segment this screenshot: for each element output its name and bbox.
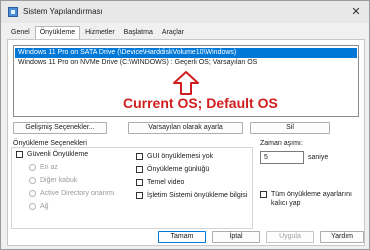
checkbox-box — [136, 153, 143, 160]
close-icon[interactable]: ✕ — [349, 5, 363, 19]
tab-boot[interactable]: Önyükleme — [34, 26, 81, 39]
base-video-checkbox[interactable]: Temel video — [136, 179, 184, 186]
os-entry-nvme[interactable]: Windows 11 Pro on NVMe Drive (C:\WINDOWS… — [15, 58, 357, 68]
ad-repair-label: Active Directory onarımı — [40, 190, 115, 197]
os-boot-info-label: İşletim Sistemi önyükleme bilgisi — [147, 192, 248, 199]
radio-dot — [29, 177, 36, 184]
advanced-options-button[interactable]: Gelişmiş Seçenekler... — [13, 122, 107, 134]
checkbox-box — [16, 151, 23, 158]
checkbox-box — [136, 179, 143, 186]
make-permanent-label: Tüm önyükleme ayarlarını kalıcı yap — [271, 191, 352, 207]
title-bar[interactable]: Sistem Yapılandırması ✕ — [1, 1, 369, 23]
safe-boot-alternate-shell-radio[interactable]: Diğer kabuk — [29, 177, 77, 184]
make-permanent-checkbox[interactable]: Tüm önyükleme ayarlarını kalıcı yap — [260, 190, 359, 208]
tab-startup[interactable]: Başlatma — [120, 27, 157, 39]
safe-boot-network-radio[interactable]: Ağ — [29, 203, 49, 210]
no-gui-boot-label: GUI önyüklemesi yok — [147, 153, 214, 160]
annotation-label: Current OS; Default OS — [123, 95, 278, 111]
window-title: Sistem Yapılandırması — [23, 7, 103, 16]
tab-strip: Genel Önyükleme Hizmetler Başlatma Araçl… — [7, 26, 189, 39]
safe-boot-label: Güvenli Önyükleme — [27, 151, 89, 158]
os-boot-info-checkbox[interactable]: İşletim Sistemi önyükleme bilgisi — [136, 192, 247, 199]
apply-button[interactable]: Uygula — [266, 231, 314, 243]
help-button[interactable]: Yardım — [320, 231, 364, 243]
tab-services[interactable]: Hizmetler — [81, 27, 119, 39]
timeout-input[interactable]: 5 — [260, 151, 304, 164]
network-label: Ağ — [40, 203, 49, 210]
os-entry-sata[interactable]: Windows 11 Pro on SATA Drive (\Device\Ha… — [15, 48, 357, 58]
safe-boot-checkbox[interactable]: Güvenli Önyükleme — [16, 151, 88, 158]
safe-boot-ad-repair-radio[interactable]: Active Directory onarımı — [29, 190, 115, 197]
delete-button[interactable]: Sil — [250, 122, 330, 134]
alternate-shell-label: Diğer kabuk — [40, 177, 78, 184]
safe-boot-minimal-radio[interactable]: En az — [29, 164, 58, 171]
system-configuration-window: Sistem Yapılandırması ✕ Genel Önyükleme … — [0, 0, 370, 250]
tab-general[interactable]: Genel — [7, 27, 34, 39]
checkbox-box — [136, 166, 143, 173]
boot-options-label: Önyükleme Seçenekleri — [13, 140, 87, 147]
timeout-label: Zaman aşımı: — [260, 140, 303, 147]
msconfig-app-icon — [8, 7, 18, 17]
cancel-button[interactable]: İptal — [212, 231, 260, 243]
radio-dot — [29, 203, 36, 210]
checkbox-box — [260, 191, 267, 198]
radio-dot — [29, 190, 36, 197]
tab-tools[interactable]: Araçlar — [158, 27, 188, 39]
timeout-unit-label: saniye — [308, 154, 329, 161]
set-as-default-button[interactable]: Varsayılan olarak ayarla — [128, 122, 243, 134]
ok-button[interactable]: Tamam — [158, 231, 206, 243]
base-video-label: Temel video — [147, 179, 185, 186]
radio-dot — [29, 164, 36, 171]
minimal-label: En az — [40, 164, 58, 171]
boot-options-group — [11, 147, 253, 229]
boot-log-checkbox[interactable]: Önyükleme günlüğü — [136, 166, 209, 173]
up-arrow-annotation-icon — [173, 71, 199, 95]
checkbox-box — [136, 192, 143, 199]
no-gui-boot-checkbox[interactable]: GUI önyüklemesi yok — [136, 153, 213, 160]
boot-log-label: Önyükleme günlüğü — [147, 166, 210, 173]
